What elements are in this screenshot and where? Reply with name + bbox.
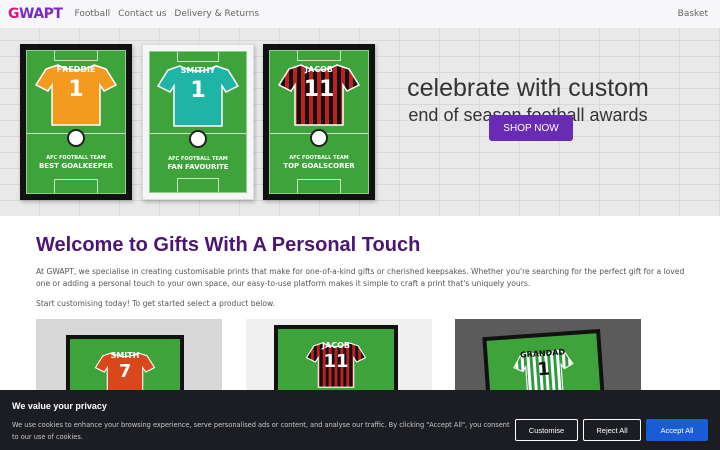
shirt-number: 7: [118, 361, 132, 382]
pitch: JACOB 11 AFC FOOTBALL TEAM TOP GOALSCORE…: [269, 50, 369, 194]
customise-button[interactable]: Customise: [515, 419, 578, 441]
hero-banner: FREDDIE 1 AFC FOOTBALL TEAM BEST GOALKEE…: [0, 28, 720, 216]
shirt-name: SMITHY: [180, 66, 216, 75]
logo-text: WAPT: [19, 6, 63, 22]
product-card-1[interactable]: SMITH 7: [36, 319, 222, 399]
product-card-2[interactable]: JACOB 11: [246, 319, 432, 399]
shirt-name: FREDDIE: [56, 65, 96, 74]
accept-all-button[interactable]: Accept All: [646, 419, 708, 441]
product-card-3[interactable]: GRANDAD 1: [455, 319, 641, 399]
shirt-number: 1: [190, 78, 206, 103]
pitch: SMITHY 1 AFC FOOTBALL TEAM FAN FAVOURITE: [149, 51, 247, 193]
nav-link-contact[interactable]: Contact us: [118, 9, 166, 19]
hero-heading: celebrate with custom: [407, 74, 649, 102]
football-icon: [310, 129, 328, 147]
intro-paragraph: At GWAPT, we specialise in creating cust…: [36, 267, 685, 288]
shirt-number: 11: [323, 351, 349, 372]
award-title: BEST GOALKEEPER: [38, 162, 114, 170]
football-icon: [189, 130, 207, 148]
football-icon: [67, 129, 85, 147]
top-nav: G WAPT Football Contact us Delivery & Ret…: [0, 0, 720, 28]
basket-link[interactable]: Basket: [678, 9, 708, 19]
reject-all-button[interactable]: Reject All: [583, 419, 641, 441]
product-frame: JACOB 11: [274, 325, 398, 399]
shop-now-button[interactable]: SHOP NOW: [489, 115, 573, 141]
hero-frame-1: FREDDIE 1 AFC FOOTBALL TEAM BEST GOALKEE…: [20, 44, 132, 200]
page-title: Welcome to Gifts With A Personal Touch: [36, 234, 421, 256]
shirt-number: 1: [68, 77, 84, 102]
hero-frame-3: JACOB 11 AFC FOOTBALL TEAM TOP GOALSCORE…: [263, 44, 375, 200]
award-title: FAN FAVOURITE: [167, 163, 229, 171]
nav-link-football[interactable]: Football: [74, 9, 110, 19]
shirt-number: 11: [303, 77, 335, 102]
shirt-name: SMITH: [110, 351, 140, 360]
pitch: FREDDIE 1 AFC FOOTBALL TEAM BEST GOALKEE…: [26, 50, 126, 194]
nav-link-delivery[interactable]: Delivery & Returns: [174, 9, 259, 19]
site-logo[interactable]: G WAPT: [8, 6, 63, 22]
intro-cta-text: Start customising today! To get started …: [36, 299, 275, 308]
shirt-name: JACOB: [322, 341, 350, 350]
shirt-name: JACOB: [305, 65, 333, 74]
award-title: TOP GOALSCORER: [283, 162, 355, 170]
logo-letter-g: G: [8, 6, 20, 22]
award-team: AFC FOOTBALL TEAM: [46, 155, 106, 161]
product-frame: GRANDAD 1: [482, 328, 606, 399]
award-team: AFC FOOTBALL TEAM: [168, 156, 228, 162]
award-team: AFC FOOTBALL TEAM: [289, 155, 349, 161]
cookie-text: We use cookies to enhance your browsing …: [12, 421, 510, 441]
nav-links: Football Contact us Delivery & Returns: [74, 9, 259, 19]
hero-frame-2: SMITHY 1 AFC FOOTBALL TEAM FAN FAVOURITE: [142, 44, 254, 200]
cookie-title: We value your privacy: [12, 401, 107, 411]
